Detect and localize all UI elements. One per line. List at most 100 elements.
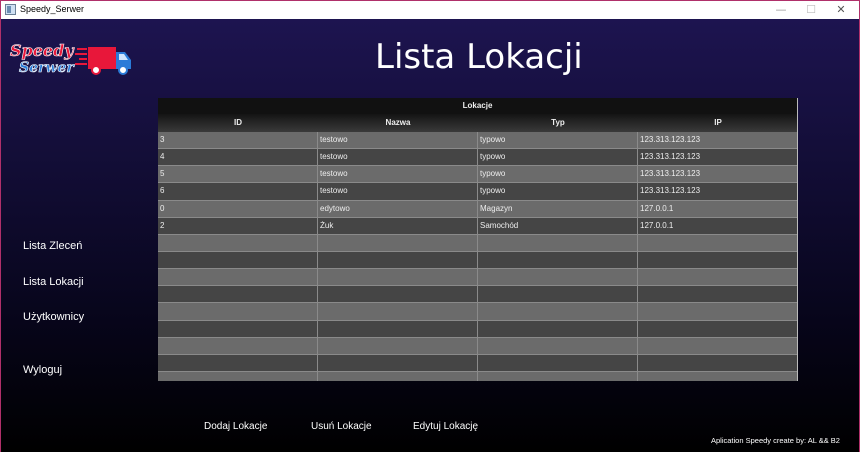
table-cell[interactable]: typowo <box>478 132 638 150</box>
table-cell[interactable] <box>478 354 638 372</box>
table-row[interactable] <box>158 234 797 252</box>
table-cell[interactable]: 4 <box>158 149 318 167</box>
table-cell[interactable]: Samochód <box>478 217 638 235</box>
table-row[interactable]: 5 testowo typowo 123.313.123.123 <box>158 166 797 184</box>
table-cell[interactable]: edytowo <box>318 200 478 218</box>
table-cell[interactable]: 2 <box>158 217 318 235</box>
title-bar: Speedy_Serwer — ☐ ✕ <box>1 1 859 19</box>
table-row[interactable]: 4 testowo typowo 123.313.123.123 <box>158 149 797 167</box>
table-cell[interactable] <box>478 269 638 287</box>
column-header-id[interactable]: ID <box>158 114 318 132</box>
table-cell[interactable] <box>318 251 478 270</box>
add-location-button[interactable]: Dodaj Lokacje <box>204 421 267 432</box>
logo-text-line1: Speedy <box>10 41 75 60</box>
table-cell[interactable] <box>158 354 318 372</box>
table-cell[interactable] <box>158 251 318 270</box>
table-cell[interactable]: typowo <box>478 183 638 201</box>
table-cell[interactable] <box>158 320 318 338</box>
table-cell[interactable]: 127.0.0.1 <box>638 217 797 235</box>
minimize-button[interactable]: — <box>767 1 795 19</box>
table-cell[interactable]: testowo <box>318 183 478 201</box>
sidebar-item-lista-zlecen[interactable]: Lista Zleceń <box>23 240 82 252</box>
table-cell[interactable] <box>638 286 797 304</box>
table-row[interactable] <box>158 269 797 287</box>
table-row[interactable]: 0 edytowo Magazyn 127.0.0.1 <box>158 200 797 218</box>
sidebar-item-uzytkownicy[interactable]: Użytkownicy <box>23 311 84 323</box>
close-button[interactable]: ✕ <box>827 1 855 19</box>
table-cell[interactable] <box>318 320 478 338</box>
table-cell[interactable] <box>318 303 478 321</box>
table-cell[interactable]: Magazyn <box>478 200 638 218</box>
table-row[interactable]: 6 testowo typowo 123.313.123.123 <box>158 183 797 201</box>
table-cell[interactable] <box>318 234 478 252</box>
table-cell[interactable] <box>638 234 797 252</box>
table-cell[interactable]: 123.313.123.123 <box>638 132 797 150</box>
table-cell[interactable]: 127.0.0.1 <box>638 200 797 218</box>
logo-text-line2: Serwer <box>19 60 75 76</box>
sidebar-item-wyloguj[interactable]: Wyloguj <box>23 364 62 376</box>
table-cell[interactable] <box>158 286 318 304</box>
table-row[interactable] <box>158 286 797 304</box>
edit-location-button[interactable]: Edytuj Lokację <box>413 421 478 432</box>
table-caption: Lokacje <box>158 98 797 114</box>
table-cell[interactable] <box>318 337 478 355</box>
table-row[interactable] <box>158 251 797 270</box>
app-window-icon <box>5 4 16 15</box>
table-cell[interactable]: typowo <box>478 166 638 184</box>
table-cell[interactable]: 3 <box>158 132 318 150</box>
table-cell[interactable]: testowo <box>318 166 478 184</box>
table-row[interactable]: 3 testowo typowo 123.313.123.123 <box>158 132 797 150</box>
table-cell[interactable] <box>478 337 638 355</box>
table-cell[interactable] <box>318 371 478 381</box>
table-cell[interactable]: 123.313.123.123 <box>638 183 797 201</box>
remove-location-button[interactable]: Usuń Lokacje <box>311 421 372 432</box>
locations-table[interactable]: Lokacje ID Nazwa Typ IP 3 testowo typowo 12… <box>158 98 798 381</box>
table-cell[interactable] <box>638 251 797 270</box>
table-cell[interactable]: 0 <box>158 200 318 218</box>
table-cell[interactable] <box>478 286 638 304</box>
table-cell[interactable] <box>638 303 797 321</box>
table-cell[interactable] <box>318 354 478 372</box>
table-cell[interactable]: 123.313.123.123 <box>638 166 797 184</box>
truck-icon <box>75 47 131 75</box>
table-row[interactable] <box>158 371 797 381</box>
table-cell[interactable] <box>158 269 318 287</box>
table-cell[interactable] <box>638 269 797 287</box>
table-cell[interactable] <box>478 320 638 338</box>
table-cell[interactable]: 123.313.123.123 <box>638 149 797 167</box>
table-cell[interactable] <box>478 234 638 252</box>
table-row[interactable] <box>158 320 797 338</box>
table-cell[interactable] <box>158 371 318 381</box>
table-cell[interactable] <box>158 234 318 252</box>
credits-text: Aplication Speedy create by: AL && B2 <box>711 436 840 445</box>
table-row[interactable] <box>158 337 797 355</box>
table-cell[interactable] <box>638 371 797 381</box>
sidebar-item-lista-lokacji[interactable]: Lista Lokacji <box>23 276 84 288</box>
column-header-nazwa[interactable]: Nazwa <box>318 114 478 132</box>
table-row[interactable] <box>158 354 797 372</box>
table-cell[interactable] <box>478 251 638 270</box>
table-row[interactable] <box>158 303 797 321</box>
table-cell[interactable] <box>638 320 797 338</box>
table-cell[interactable] <box>478 371 638 381</box>
column-header-ip[interactable]: IP <box>638 114 797 132</box>
maximize-button[interactable]: ☐ <box>797 1 825 19</box>
table-cell[interactable] <box>478 303 638 321</box>
table-cell[interactable]: testowo <box>318 149 478 167</box>
page-title: Lista Lokacji <box>375 37 583 77</box>
table-cell[interactable] <box>158 337 318 355</box>
table-cell[interactable] <box>158 303 318 321</box>
table-cell[interactable]: testowo <box>318 132 478 150</box>
table-cell[interactable]: 5 <box>158 166 318 184</box>
window-title: Speedy_Serwer <box>20 4 85 14</box>
table-cell[interactable]: typowo <box>478 149 638 167</box>
table-cell[interactable] <box>318 269 478 287</box>
table-cell[interactable] <box>638 354 797 372</box>
table-cell[interactable]: 6 <box>158 183 318 201</box>
column-header-typ[interactable]: Typ <box>478 114 638 132</box>
table-cell[interactable] <box>638 337 797 355</box>
speedy-serwer-logo: Speedy Serwer <box>10 41 131 76</box>
table-cell[interactable] <box>318 286 478 304</box>
table-row[interactable]: 2 Żuk Samochód 127.0.0.1 <box>158 217 797 235</box>
table-cell[interactable]: Żuk <box>318 217 478 235</box>
